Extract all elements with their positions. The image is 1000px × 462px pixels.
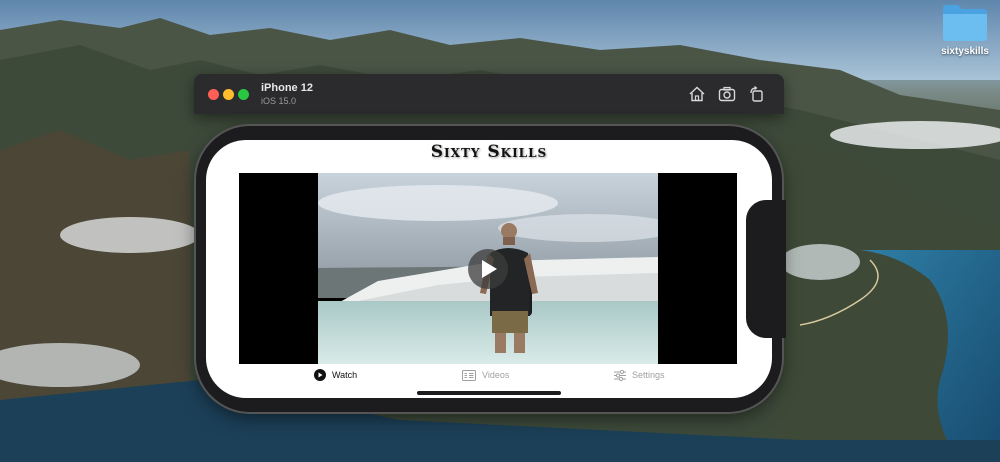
- window-close-button[interactable]: [208, 89, 219, 100]
- rotate-icon[interactable]: [748, 85, 766, 103]
- window-minimize-button[interactable]: [223, 89, 234, 100]
- tab-videos[interactable]: Videos: [462, 366, 509, 384]
- tab-settings-label: Settings: [632, 370, 665, 380]
- list-icon: [462, 369, 476, 381]
- play-icon: [482, 260, 497, 278]
- home-indicator[interactable]: [417, 391, 561, 395]
- play-circle-icon: [314, 369, 326, 381]
- tab-bar: Watch Videos Settings: [206, 366, 772, 384]
- iphone-frame: Sixty Skills Watch Videos Settings: [196, 126, 786, 412]
- notch: [746, 200, 786, 338]
- app-title: Sixty Skills: [430, 142, 548, 162]
- screenshot-icon[interactable]: [718, 85, 736, 103]
- simulator-title-bar[interactable]: iPhone 12 iOS 15.0: [194, 74, 784, 114]
- tab-watch-label: Watch: [332, 370, 358, 380]
- os-version: iOS 15.0: [261, 96, 297, 106]
- tab-videos-label: Videos: [482, 370, 510, 380]
- home-icon[interactable]: [688, 85, 706, 103]
- desktop-folder-sixtyskills[interactable]: sixtyskills: [934, 2, 996, 57]
- desktop: sixtyskills iPhone 12 iOS 15.0 Sixty Ski…: [0, 0, 1000, 462]
- phone-screen: Sixty Skills Watch Videos Settings: [206, 140, 772, 398]
- folder-label: sixtyskills: [941, 46, 989, 57]
- tab-watch[interactable]: Watch: [314, 366, 357, 384]
- window-zoom-button[interactable]: [238, 89, 249, 100]
- play-button[interactable]: [468, 249, 508, 289]
- folder-icon: [943, 5, 987, 41]
- tab-settings[interactable]: Settings: [614, 366, 665, 384]
- sliders-icon: [614, 369, 626, 381]
- video-player[interactable]: [239, 173, 737, 364]
- device-name: iPhone 12: [261, 82, 313, 94]
